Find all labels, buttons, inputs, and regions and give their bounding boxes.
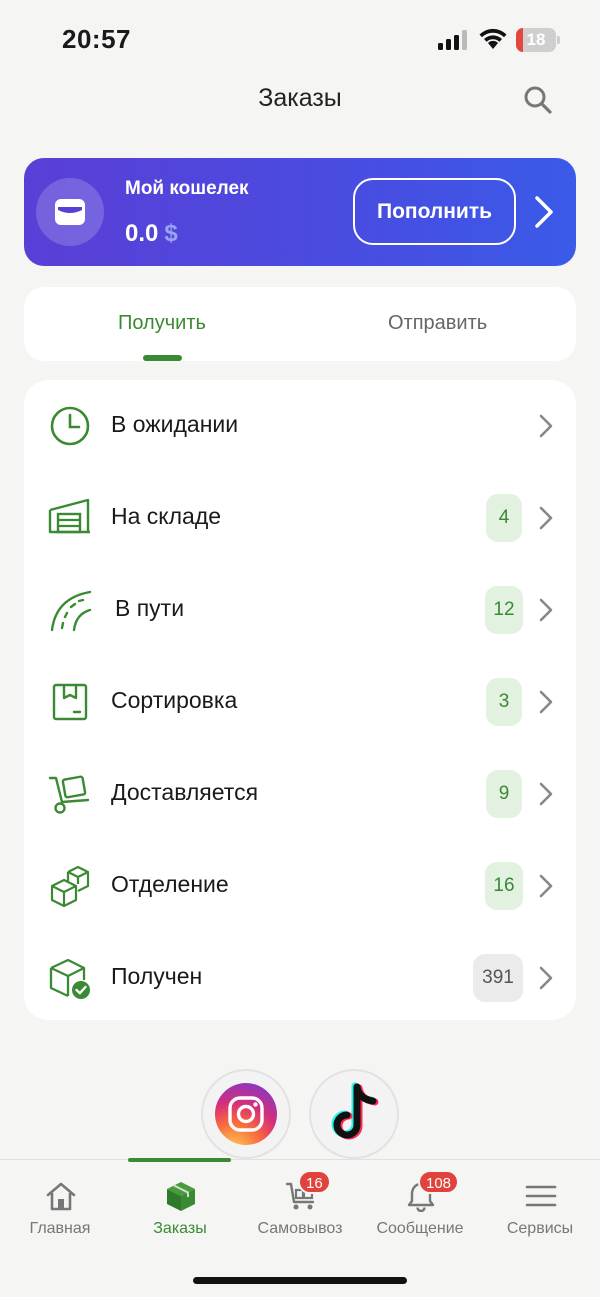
wallet-icon-circle — [36, 178, 104, 246]
nav-label: Заказы — [153, 1220, 207, 1237]
wallet-card[interactable]: Мой кошелек 0.0 $ Пополнить — [24, 158, 576, 266]
order-tabs: Получить Отправить — [24, 287, 576, 361]
road-icon — [50, 590, 92, 632]
wifi-icon — [479, 28, 507, 49]
clock-icon — [50, 406, 90, 446]
page-title: Заказы — [258, 84, 342, 112]
cube-icon — [167, 1182, 195, 1211]
chevron-right-icon — [539, 966, 553, 990]
battery-cap — [557, 36, 560, 44]
warehouse-icon — [48, 498, 90, 534]
status-label: На складе — [111, 503, 222, 529]
status-row-branch[interactable]: Отделение 16 — [24, 840, 576, 932]
hand-truck-icon — [48, 775, 90, 814]
status-row-received[interactable]: Получен 391 — [24, 932, 576, 1024]
wallet-balance: 0.0 $ — [125, 220, 178, 248]
nav-item-services[interactable]: Сервисы — [480, 1160, 600, 1250]
home-icon — [46, 1182, 76, 1211]
chevron-right-icon — [539, 690, 553, 714]
wallet-amount: 0.0 — [125, 220, 159, 247]
instagram-button[interactable] — [201, 1069, 291, 1159]
boxes-icon — [50, 865, 90, 908]
tiktok-icon — [331, 1082, 379, 1140]
chevron-right-icon — [539, 506, 553, 530]
nav-item-messages[interactable]: 108 Сообщение — [360, 1160, 480, 1250]
chevron-right-icon — [539, 598, 553, 622]
notification-badge: 108 — [418, 1170, 460, 1194]
battery-indicator: 18 — [516, 28, 560, 52]
status-label: Отделение — [111, 871, 229, 897]
instagram-glyph — [228, 1096, 264, 1132]
status-row-pending[interactable]: В ожидании — [24, 380, 576, 472]
status-row-warehouse[interactable]: На складе 4 — [24, 472, 576, 564]
count-badge: 3 — [486, 678, 522, 726]
search-icon — [524, 86, 552, 114]
chevron-right-icon — [539, 874, 553, 898]
active-tab-indicator — [143, 355, 182, 361]
count-badge: 12 — [485, 586, 523, 634]
nav-item-pickup[interactable]: 16 Самовывоз — [240, 1160, 360, 1250]
wallet-label: Мой кошелек — [125, 178, 249, 199]
status-row-sorting[interactable]: Сортировка 3 — [24, 656, 576, 748]
notification-badge: 16 — [298, 1170, 331, 1194]
count-badge: 4 — [486, 494, 522, 542]
count-badge: 391 — [473, 954, 523, 1002]
home-indicator[interactable] — [193, 1277, 407, 1284]
chevron-right-icon[interactable] — [532, 194, 556, 230]
wallet-icon — [55, 199, 85, 225]
count-badge: 9 — [486, 770, 522, 818]
status-row-in-transit[interactable]: В пути 12 — [24, 564, 576, 656]
status-label: Сортировка — [111, 687, 238, 713]
nav-item-orders[interactable]: Заказы — [120, 1160, 240, 1250]
status-label: В ожидании — [111, 411, 239, 437]
status-label: Получен — [111, 963, 203, 989]
order-status-list: В ожидании На складе 4 В пути 12 Сортиро… — [24, 380, 576, 1020]
status-label: Доставляется — [111, 779, 259, 805]
menu-icon — [525, 1185, 557, 1207]
package-box-icon — [52, 683, 88, 721]
tab-receive[interactable]: Получить — [118, 312, 206, 335]
status-row-delivering[interactable]: Доставляется 9 — [24, 748, 576, 840]
cellular-signal-icon — [438, 30, 467, 50]
count-badge: 16 — [485, 862, 523, 910]
nav-item-home[interactable]: Главная — [0, 1160, 120, 1250]
nav-label: Сервисы — [506, 1220, 574, 1237]
topup-button[interactable]: Пополнить — [353, 178, 516, 245]
status-bar: 20:57 18 — [0, 0, 600, 80]
nav-label: Сообщение — [376, 1220, 464, 1237]
box-check-icon — [49, 958, 90, 999]
instagram-icon — [215, 1083, 277, 1145]
battery-percent: 18 — [526, 30, 546, 49]
wallet-currency: $ — [164, 220, 178, 247]
chevron-right-icon — [539, 414, 553, 438]
nav-label: Главная — [29, 1220, 91, 1237]
tiktok-button[interactable] — [309, 1069, 399, 1159]
status-time: 20:57 — [62, 24, 131, 54]
tab-send[interactable]: Отправить — [388, 312, 487, 335]
status-label: В пути — [115, 595, 185, 621]
battery-body: 18 — [516, 28, 556, 52]
nav-label: Самовывоз — [257, 1220, 343, 1237]
search-button[interactable] — [520, 82, 556, 118]
chevron-right-icon — [539, 782, 553, 806]
